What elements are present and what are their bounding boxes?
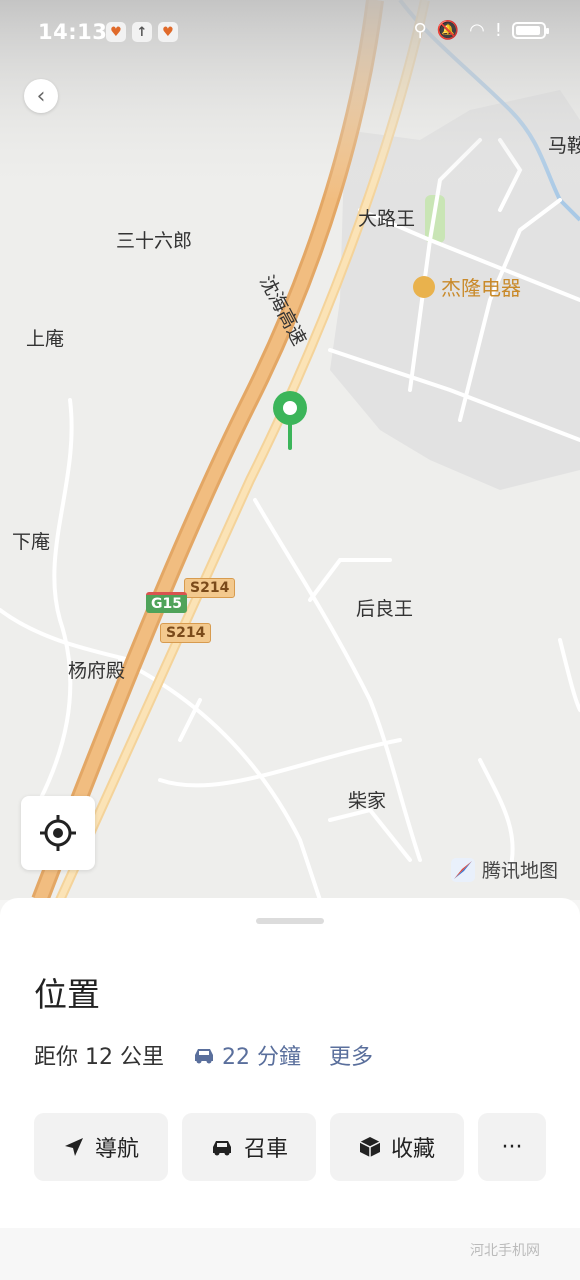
road-shield-s214: S214: [160, 623, 212, 643]
battery-level: [516, 26, 540, 35]
wifi-icon: ◠: [469, 20, 485, 41]
place-label-mazhen: 马鞍: [548, 135, 580, 157]
location-sheet: 位置 距你 12 公里 22 分鐘 更多 導航 召車 收藏 ···: [0, 898, 580, 1228]
page-title: 位置: [34, 975, 100, 1014]
favorite-label: 收藏: [390, 1137, 435, 1162]
place-label-houliang: 后良王: [356, 598, 414, 620]
drive-time-text: 22 分鐘: [221, 1045, 301, 1070]
action-bar: 導航 召車 收藏 ···: [34, 1113, 546, 1181]
notification-app-icon: ♥: [106, 22, 126, 42]
road-shield-s214: S214: [184, 578, 236, 598]
poi-jielong[interactable]: 杰隆电器: [413, 272, 521, 301]
distance-text: 距你 12 公里: [34, 1045, 164, 1070]
my-location-button[interactable]: [21, 796, 95, 870]
navigate-button[interactable]: 導航: [34, 1113, 168, 1181]
battery-icon: [512, 22, 549, 39]
place-label-xiaan: 下庵: [12, 531, 51, 553]
navigate-label: 導航: [94, 1137, 139, 1162]
notification-app-icon: ♥: [158, 22, 178, 42]
mute-icon: 🔕: [436, 20, 460, 41]
tencent-map-logo-icon: [451, 857, 475, 882]
map-canvas: [0, 0, 580, 900]
upload-icon: ↑: [132, 22, 152, 42]
navigation-arrow-icon: [64, 1138, 83, 1156]
place-label-sanshiliu: 三十六郎: [116, 230, 193, 252]
location-icon: ⚲: [413, 20, 427, 41]
road-shield-g15: G15: [146, 592, 187, 613]
taxi-icon: [212, 1141, 231, 1156]
chevron-left-icon: ‹: [36, 83, 46, 109]
place-label-yangfu: 杨府殿: [68, 660, 126, 682]
route-info: 距你 12 公里 22 分鐘 更多: [34, 1039, 373, 1071]
place-label-dalu: 大路王: [358, 208, 416, 230]
favorite-button[interactable]: 收藏: [330, 1113, 464, 1181]
status-time: 14:13: [38, 20, 108, 44]
more-link[interactable]: 更多: [329, 1039, 373, 1071]
map-view[interactable]: 马鞍 大路王 三十六郎 沈海高速 上庵 下庵 后良王 杨府殿 柴家 杰隆电器 S…: [0, 0, 580, 900]
taxi-label: 召車: [243, 1137, 288, 1162]
more-dots-icon: ···: [501, 1134, 523, 1160]
shop-icon: [413, 275, 435, 298]
more-actions-button[interactable]: ···: [478, 1113, 546, 1181]
back-button[interactable]: ‹: [24, 79, 58, 113]
place-label-shangan: 上庵: [26, 328, 65, 350]
drive-time[interactable]: 22 分鐘: [192, 1039, 301, 1071]
box-icon: [359, 1137, 381, 1157]
location-pin-icon[interactable]: [270, 390, 310, 450]
logo-text: 腾讯地图: [482, 860, 559, 882]
place-label-chaijia: 柴家: [348, 790, 387, 812]
taxi-button[interactable]: 召車: [182, 1113, 316, 1181]
car-icon: [194, 1049, 213, 1064]
poi-name: 杰隆电器: [441, 276, 521, 300]
watermark: 河北手机网: [470, 1243, 540, 1259]
alert-icon: !: [494, 20, 502, 41]
map-provider-logo: 腾讯地图: [450, 856, 558, 883]
status-bar: 14:13 ♥ ↑ ♥ ⚲ 🔕 ◠ !: [0, 0, 580, 68]
crosshair-icon: [40, 815, 76, 851]
sheet-grabber[interactable]: [256, 918, 324, 924]
